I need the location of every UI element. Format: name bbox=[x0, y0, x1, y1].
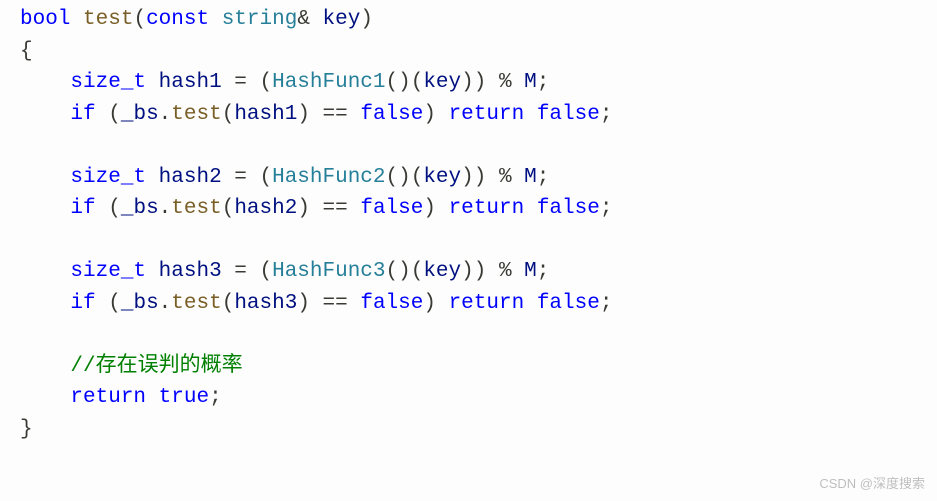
paren: ) bbox=[423, 197, 448, 220]
brace-open: { bbox=[20, 40, 33, 63]
paren-open: ( bbox=[133, 8, 146, 31]
watermark: CSDN @深度搜索 bbox=[819, 474, 925, 494]
type-hashfunc3: HashFunc3 bbox=[272, 260, 385, 283]
var-bs: _bs bbox=[121, 292, 159, 315]
type-sizet: size_t bbox=[70, 260, 146, 283]
semicolon: ; bbox=[600, 292, 613, 315]
type-sizet: size_t bbox=[70, 166, 146, 189]
keyword-bool: bool bbox=[20, 8, 70, 31]
keyword-false: false bbox=[537, 103, 600, 126]
dot: . bbox=[159, 103, 172, 126]
keyword-const: const bbox=[146, 8, 209, 31]
keyword-false: false bbox=[537, 292, 600, 315]
paren-eq: ) == bbox=[297, 197, 360, 220]
assign: = bbox=[222, 71, 260, 94]
paren: ( bbox=[259, 260, 272, 283]
var-m: M bbox=[524, 166, 537, 189]
keyword-if: if bbox=[70, 292, 95, 315]
semicolon: ; bbox=[209, 386, 222, 409]
keyword-return: return bbox=[449, 197, 525, 220]
semicolon: ; bbox=[537, 166, 550, 189]
indent bbox=[20, 292, 70, 315]
paren-eq: ) == bbox=[297, 292, 360, 315]
paren: ( bbox=[96, 292, 121, 315]
keyword-return: return bbox=[449, 292, 525, 315]
paren: ( bbox=[96, 103, 121, 126]
keyword-false: false bbox=[360, 103, 423, 126]
paren-mod: )) % bbox=[461, 166, 524, 189]
var-bs: _bs bbox=[121, 197, 159, 220]
type-sizet: size_t bbox=[70, 71, 146, 94]
indent bbox=[20, 386, 70, 409]
keyword-false: false bbox=[360, 197, 423, 220]
dot: . bbox=[159, 292, 172, 315]
semicolon: ; bbox=[537, 71, 550, 94]
assign: = bbox=[222, 260, 260, 283]
indent bbox=[20, 355, 70, 378]
var-m: M bbox=[524, 71, 537, 94]
paren: ) bbox=[423, 103, 448, 126]
keyword-true: true bbox=[159, 386, 209, 409]
brace-close: } bbox=[20, 418, 33, 441]
paren-mod: )) % bbox=[461, 260, 524, 283]
paren-close: ) bbox=[360, 8, 373, 31]
function-name: test bbox=[83, 8, 133, 31]
var-hash3: hash3 bbox=[159, 260, 222, 283]
param-key: key bbox=[323, 8, 361, 31]
indent bbox=[20, 71, 70, 94]
paren: ( bbox=[259, 71, 272, 94]
paren: ( bbox=[96, 197, 121, 220]
indent bbox=[20, 166, 70, 189]
paren: ()( bbox=[386, 71, 424, 94]
var-hash2: hash2 bbox=[234, 197, 297, 220]
method-test: test bbox=[171, 103, 221, 126]
var-key: key bbox=[423, 166, 461, 189]
paren: ( bbox=[222, 292, 235, 315]
paren: ( bbox=[222, 103, 235, 126]
paren: ( bbox=[222, 197, 235, 220]
var-m: M bbox=[524, 260, 537, 283]
var-bs: _bs bbox=[121, 103, 159, 126]
var-hash1: hash1 bbox=[159, 71, 222, 94]
var-key: key bbox=[423, 260, 461, 283]
paren: ) bbox=[423, 292, 448, 315]
paren-eq: ) == bbox=[297, 103, 360, 126]
keyword-if: if bbox=[70, 197, 95, 220]
paren: ()( bbox=[386, 166, 424, 189]
space bbox=[146, 386, 159, 409]
semicolon: ; bbox=[537, 260, 550, 283]
indent bbox=[20, 260, 70, 283]
keyword-return: return bbox=[70, 386, 146, 409]
var-key: key bbox=[423, 71, 461, 94]
code-block: bool test(const string& key) { size_t ha… bbox=[0, 0, 937, 445]
paren-mod: )) % bbox=[461, 71, 524, 94]
var-hash3: hash3 bbox=[234, 292, 297, 315]
space bbox=[524, 103, 537, 126]
keyword-false: false bbox=[360, 292, 423, 315]
space bbox=[524, 197, 537, 220]
keyword-return: return bbox=[449, 103, 525, 126]
indent bbox=[20, 197, 70, 220]
indent bbox=[20, 103, 70, 126]
var-hash1: hash1 bbox=[234, 103, 297, 126]
paren: ( bbox=[259, 166, 272, 189]
method-test: test bbox=[171, 292, 221, 315]
type-hashfunc1: HashFunc1 bbox=[272, 71, 385, 94]
comment: //存在误判的概率 bbox=[70, 355, 242, 378]
type-string: string bbox=[222, 8, 298, 31]
type-hashfunc2: HashFunc2 bbox=[272, 166, 385, 189]
paren: ()( bbox=[386, 260, 424, 283]
var-hash2: hash2 bbox=[159, 166, 222, 189]
keyword-false: false bbox=[537, 197, 600, 220]
method-test: test bbox=[171, 197, 221, 220]
ampersand: & bbox=[297, 8, 310, 31]
assign: = bbox=[222, 166, 260, 189]
semicolon: ; bbox=[600, 103, 613, 126]
keyword-if: if bbox=[70, 103, 95, 126]
dot: . bbox=[159, 197, 172, 220]
space bbox=[524, 292, 537, 315]
semicolon: ; bbox=[600, 197, 613, 220]
